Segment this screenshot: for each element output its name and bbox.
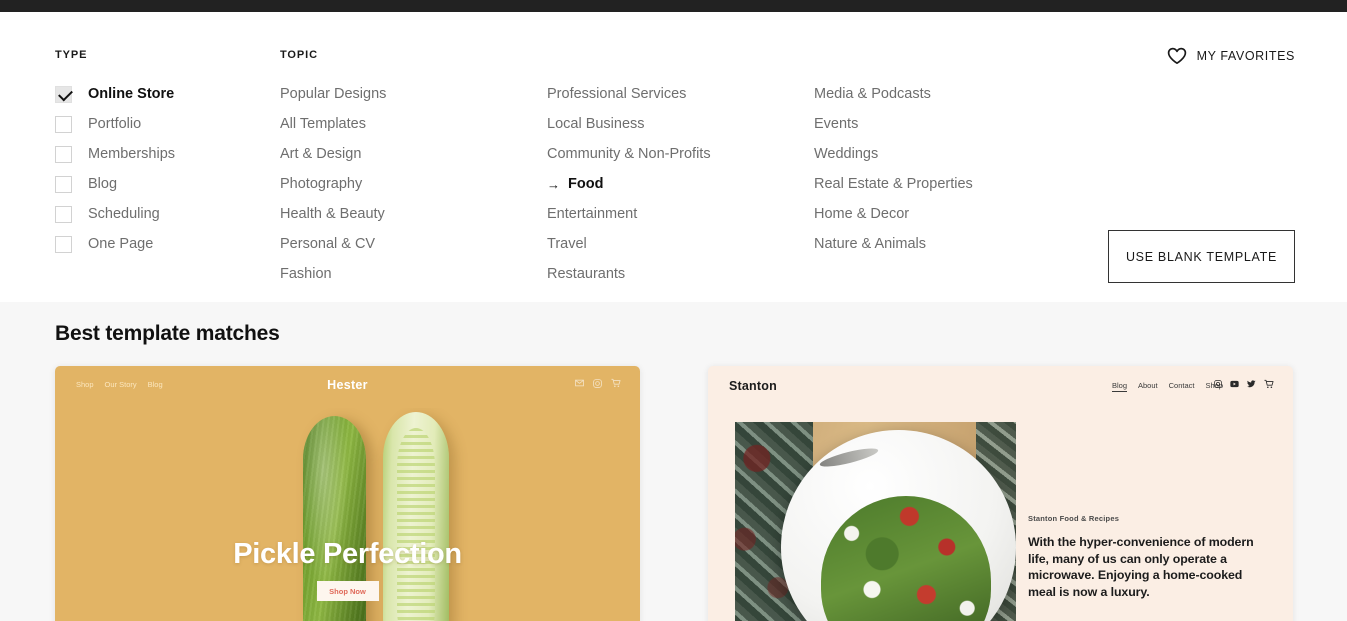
topic-item-label: Popular Designs [280, 86, 387, 102]
type-filter-label: One Page [88, 236, 154, 252]
topic-item-real-estate-properties[interactable]: →Real Estate & Properties [814, 169, 1081, 199]
arrow-right-icon: → [547, 176, 560, 192]
topic-item-photography[interactable]: →Photography [280, 169, 547, 199]
topic-item-label: Travel [547, 236, 587, 252]
topic-filter-column-3: →Media & Podcasts →Events →Weddings →Rea… [814, 79, 1081, 289]
youtube-icon [1230, 380, 1239, 388]
hester-preview-nav: Shop Our Story Blog Hester [55, 366, 640, 408]
stanton-nav-link: Contact [1168, 381, 1195, 390]
topic-item-media-podcasts[interactable]: →Media & Podcasts [814, 79, 1081, 109]
stanton-nav-link: About [1138, 381, 1158, 390]
mail-icon [575, 379, 584, 387]
type-filter-heading: TYPE [55, 49, 88, 61]
topic-item-label: Nature & Animals [814, 236, 927, 252]
cart-icon [1264, 379, 1274, 388]
type-filter-online-store[interactable]: Online Store [55, 79, 255, 109]
template-card-stanton[interactable]: Stanton Blog About Contact Shop Stanton … [708, 366, 1293, 621]
type-filter-label: Blog [88, 176, 118, 192]
type-filter-one-page[interactable]: One Page [55, 229, 255, 259]
my-favorites-label: MY FAVORITES [1196, 49, 1295, 63]
stanton-kicker: Stanton Food & Recipes [1028, 514, 1120, 523]
type-filter-column: TYPE Online Store Portfolio Memberships … [55, 49, 255, 259]
stanton-text-block: Stanton Food & Recipes With the hyper-co… [1028, 514, 1273, 600]
topic-item-label: All Templates [280, 116, 366, 132]
stanton-nav-link: Blog [1111, 381, 1127, 392]
topic-item-travel[interactable]: →Travel [547, 229, 814, 259]
topic-item-label: Food [568, 176, 604, 192]
topic-item-label: Entertainment [547, 206, 638, 222]
hester-nav-icons [575, 378, 621, 388]
topic-item-health-beauty[interactable]: →Health & Beauty [280, 199, 547, 229]
type-filter-label: Online Store [88, 86, 175, 102]
topic-item-label: Photography [280, 176, 363, 192]
hester-shop-now-button[interactable]: Shop Now [316, 581, 379, 601]
topic-item-events[interactable]: →Events [814, 109, 1081, 139]
heart-icon [1167, 47, 1186, 65]
stanton-brand: Stanton [729, 379, 777, 393]
type-filter-memberships[interactable]: Memberships [55, 139, 255, 169]
topic-item-home-decor[interactable]: →Home & Decor [814, 199, 1081, 229]
stanton-hero-image [735, 422, 1016, 621]
topic-item-art-design[interactable]: →Art & Design [280, 139, 547, 169]
type-filter-blog[interactable]: Blog [55, 169, 255, 199]
topic-item-label: Restaurants [547, 266, 626, 282]
topic-item-label: Home & Decor [814, 206, 910, 222]
instagram-icon [1214, 380, 1222, 388]
stanton-preview-nav: Stanton Blog About Contact Shop [708, 366, 1293, 408]
topic-item-professional-services[interactable]: →Professional Services [547, 79, 814, 109]
topic-item-label: Personal & CV [280, 236, 376, 252]
stanton-paragraph: With the hyper-convenience of modern lif… [1028, 535, 1254, 599]
type-filter-label: Scheduling [88, 206, 160, 222]
topic-item-restaurants[interactable]: →Restaurants [547, 259, 814, 289]
template-card-hester[interactable]: Shop Our Story Blog Hester Pickle Perfec… [55, 366, 640, 621]
topic-item-fashion[interactable]: →Fashion [280, 259, 547, 289]
topic-item-all-templates[interactable]: →All Templates [280, 109, 547, 139]
results-section: Best template matches Shop Our Story Blo… [0, 302, 1347, 621]
topic-item-personal-cv[interactable]: →Personal & CV [280, 229, 547, 259]
checkbox-icon[interactable] [55, 205, 72, 223]
topic-item-weddings[interactable]: →Weddings [814, 139, 1081, 169]
topic-item-label: Events [814, 116, 859, 132]
topic-item-label: Health & Beauty [280, 206, 385, 222]
topic-item-community-non-profits[interactable]: →Community & Non-Profits [547, 139, 814, 169]
my-favorites-button[interactable]: MY FAVORITES [1167, 47, 1295, 65]
type-filter-portfolio[interactable]: Portfolio [55, 109, 255, 139]
section-title: Best template matches [55, 322, 280, 345]
hester-brand: Hester [327, 378, 368, 392]
topic-item-nature-animals[interactable]: →Nature & Animals [814, 229, 1081, 259]
topic-item-popular-designs[interactable]: →Popular Designs [280, 79, 547, 109]
checkbox-icon[interactable] [55, 145, 72, 163]
checkbox-icon[interactable] [55, 175, 72, 193]
type-filter-scheduling[interactable]: Scheduling [55, 199, 255, 229]
browser-chrome-bar [0, 0, 1347, 12]
topic-item-food[interactable]: → Food [547, 169, 814, 199]
topic-item-label: Professional Services [547, 86, 687, 102]
topic-item-label: Media & Podcasts [814, 86, 931, 102]
topic-filter-column-1: →Popular Designs →All Templates →Art & D… [280, 79, 547, 289]
instagram-icon [593, 378, 602, 388]
type-filter-label: Memberships [88, 146, 176, 162]
topic-item-label: Fashion [280, 266, 332, 282]
checkbox-icon[interactable] [55, 115, 72, 133]
topic-item-local-business[interactable]: →Local Business [547, 109, 814, 139]
topic-item-label: Community & Non-Profits [547, 146, 711, 162]
twitter-icon [1247, 380, 1256, 388]
topic-item-label: Real Estate & Properties [814, 176, 973, 192]
hester-headline: Pickle Perfection [233, 538, 462, 570]
checkbox-icon[interactable] [55, 235, 72, 253]
topic-item-entertainment[interactable]: →Entertainment [547, 199, 814, 229]
topic-item-label: Weddings [814, 146, 879, 162]
topic-filter-column-2: →Professional Services →Local Business →… [547, 79, 814, 289]
cart-icon [611, 378, 621, 387]
template-filter-panel: TYPE Online Store Portfolio Memberships … [0, 12, 1347, 302]
template-card-grid: Shop Our Story Blog Hester Pickle Perfec… [0, 366, 1347, 621]
stanton-nav-icons [1214, 379, 1274, 389]
type-filter-label: Portfolio [88, 116, 142, 132]
topic-item-label: Local Business [547, 116, 645, 132]
checkbox-icon[interactable] [55, 85, 72, 103]
topic-item-label: Art & Design [280, 146, 362, 162]
stanton-nav-links: Blog About Contact Shop [1111, 381, 1223, 392]
use-blank-template-button[interactable]: USE BLANK TEMPLATE [1108, 230, 1295, 283]
cucumber-halved-illustration [383, 412, 449, 621]
